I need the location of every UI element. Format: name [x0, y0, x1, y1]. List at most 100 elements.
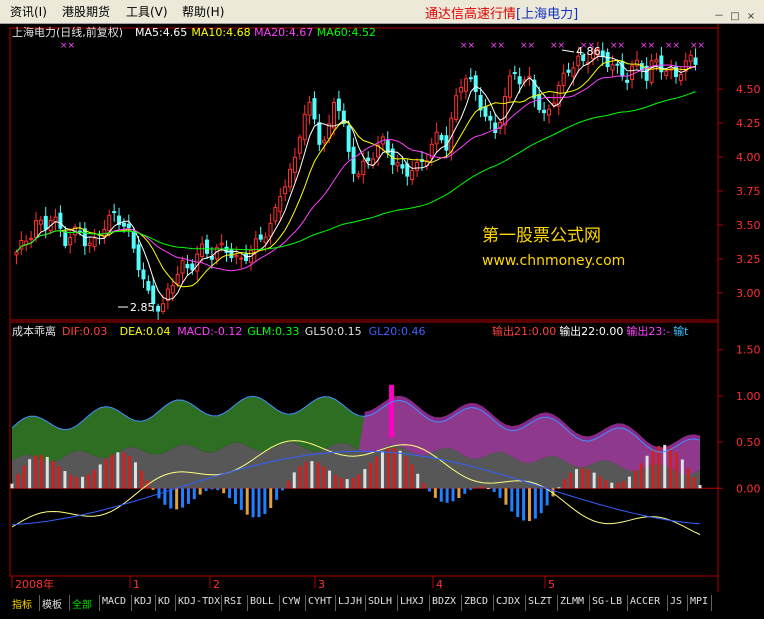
macd-bar: [633, 470, 637, 489]
signal-marker: ××: [490, 41, 505, 51]
menu-info[interactable]: 资讯(I): [10, 3, 47, 20]
macd-bar: [239, 488, 243, 510]
tab-sg-lb-19[interactable]: SG-LB: [592, 596, 622, 607]
tab---1[interactable]: 模板: [42, 596, 62, 611]
tab-slzt-17[interactable]: SLZT: [528, 596, 552, 607]
tab-cyw-9[interactable]: CYW: [282, 596, 300, 607]
tab-separator: [627, 595, 628, 611]
macd-bar: [333, 474, 337, 489]
macd-bar: [363, 469, 367, 489]
ind-y-tick-label: 1.50: [736, 344, 761, 357]
macd-bar: [539, 488, 543, 514]
tab-zbcd-15[interactable]: ZBCD: [464, 596, 488, 607]
macd-bar: [22, 465, 26, 489]
candle-body: [468, 77, 473, 80]
time-label-4: 4: [436, 578, 443, 591]
signal-marker: ××: [550, 41, 565, 51]
candle-body: [415, 161, 420, 171]
tab-bdzx-14[interactable]: BDZX: [432, 596, 456, 607]
main-y-tick-label: 4.50: [736, 83, 761, 96]
macd-bar: [292, 472, 296, 489]
macd-bar: [69, 474, 73, 489]
candle-body: [517, 76, 522, 85]
macd-bar: [686, 468, 690, 489]
macd-bar: [586, 469, 590, 489]
tab-separator: [99, 595, 100, 611]
macd-bar: [510, 488, 514, 512]
close-icon[interactable]: ×: [744, 10, 758, 24]
tab-separator: [525, 595, 526, 611]
macd-bar: [451, 488, 455, 502]
main-y-tick-label: 3.50: [736, 219, 761, 232]
menu-tools[interactable]: 工具(V): [126, 3, 168, 20]
macd-bar: [439, 488, 443, 502]
tab-kdj-4[interactable]: KDJ: [134, 596, 152, 607]
candle-body: [537, 94, 542, 110]
candle-body: [410, 170, 415, 180]
minimize-icon[interactable]: －: [712, 10, 726, 24]
main-y-tick-label: 3.25: [736, 253, 761, 266]
ma-label-2: MA20:4.67: [254, 26, 313, 39]
macd-bar: [81, 476, 85, 489]
tab-lhxj-13[interactable]: LHXJ: [400, 596, 424, 607]
macd-bar: [122, 452, 126, 489]
indicator-label-3: GLM:0.33: [247, 325, 299, 338]
macd-bar: [416, 473, 420, 489]
candle-body: [136, 244, 141, 271]
tab-cjdx-16[interactable]: CJDX: [496, 596, 520, 607]
tab-accer-20[interactable]: ACCER: [630, 596, 660, 607]
tab-cyht-10[interactable]: CYHT: [308, 596, 332, 607]
tab-zlmm-18[interactable]: ZLMM: [560, 596, 584, 607]
candle-body: [92, 237, 97, 247]
macd-bar: [428, 488, 432, 492]
tab---2[interactable]: 全部: [72, 596, 92, 611]
candle-body: [566, 69, 571, 73]
macd-bar: [175, 488, 179, 510]
tab-mpi-22[interactable]: MPI: [690, 596, 708, 607]
macd-bar: [563, 479, 567, 489]
menu-help[interactable]: 帮助(H): [182, 3, 224, 20]
tab---0[interactable]: 指标: [12, 596, 32, 611]
tab-sdlh-12[interactable]: SDLH: [368, 596, 392, 607]
tab-js-21[interactable]: JS: [670, 596, 682, 607]
time-label-5: 5: [548, 578, 555, 591]
macd-bar: [504, 488, 508, 505]
macd-bar: [28, 459, 32, 489]
indicator-label-0: DIF:0.03: [62, 325, 107, 338]
macd-bar: [257, 488, 261, 518]
candle-body: [561, 72, 566, 86]
menu-hk-futures[interactable]: 港股期货: [62, 3, 110, 20]
macd-bar: [316, 462, 320, 489]
window-title: 通达信高速行情[上海电力]: [425, 3, 578, 22]
macd-bar: [339, 477, 343, 489]
candle-body: [312, 98, 317, 120]
macd-bar: [433, 488, 437, 498]
macd-bar: [57, 466, 61, 489]
candle-body: [146, 281, 151, 291]
candle-body: [288, 168, 293, 188]
macd-bar: [392, 447, 396, 489]
tab-rsi-7[interactable]: RSI: [224, 596, 242, 607]
stock-chart[interactable]: 3.00 3.25 3.50 3.75 4.00 4.25 4.50 ×× ×× ×× ×× ×× ××…: [0, 24, 764, 592]
macd-bar: [139, 470, 143, 489]
macd-bar: [63, 471, 67, 489]
stock-name: [上海电力]: [516, 7, 579, 22]
app-name: 通达信高速行情: [425, 7, 517, 22]
candle-body: [283, 186, 288, 195]
candle-body: [605, 52, 610, 68]
candle-body: [488, 115, 493, 121]
candle-body: [43, 215, 48, 230]
tab-separator: [667, 595, 668, 611]
candle-body: [244, 253, 249, 262]
main-y-tick-label: 3.75: [736, 185, 761, 198]
candle-body: [239, 257, 244, 260]
tab-boll-8[interactable]: BOLL: [250, 596, 274, 607]
macd-bar: [598, 476, 602, 489]
tab-ljjh-11[interactable]: LJJH: [338, 596, 362, 607]
candle-body: [278, 196, 283, 213]
tab-kd-5[interactable]: KD: [158, 596, 170, 607]
tab-macd-3[interactable]: MACD: [102, 596, 126, 607]
macd-bar: [645, 455, 649, 489]
tab-kdj-tdx-6[interactable]: KDJ-TDX: [178, 596, 220, 607]
maximize-icon[interactable]: □: [728, 10, 742, 24]
